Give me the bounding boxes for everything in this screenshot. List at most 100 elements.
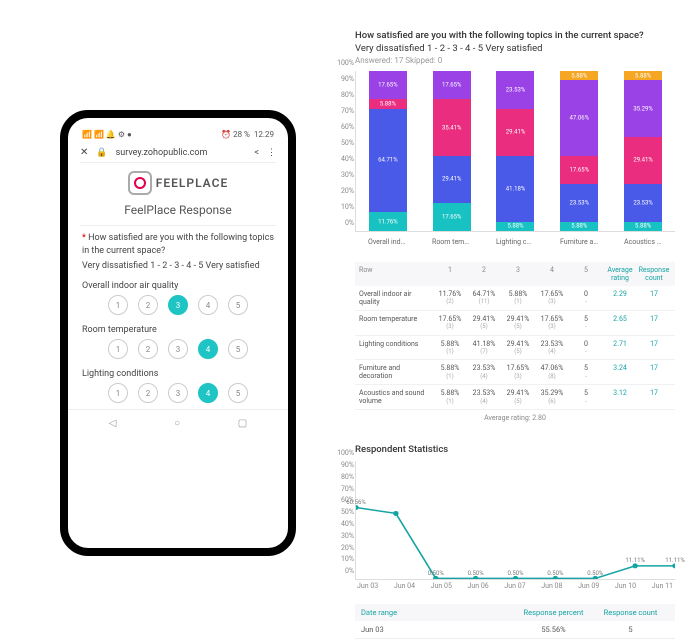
th-1: 1 [433,266,467,282]
x-label: Room temperat… [432,238,470,246]
th-2: 2 [467,266,501,282]
bar-segment: 29.41% [624,137,662,184]
point-label: 0.50% [428,569,444,576]
rating-button-2[interactable]: 2 [138,339,158,359]
y-tick: 100% [337,449,354,457]
x-label: Acoustics and … [624,238,662,246]
avg-rating-line: Average rating: 2.80 [355,414,675,422]
point-label: 0.50% [547,569,563,576]
android-nav: ◁ ○ ▢ [80,410,276,429]
bar-segment: 17.65% [433,71,471,99]
rating-button-4[interactable]: 4 [198,295,218,315]
rating-button-2[interactable]: 2 [138,295,158,315]
th-date-range: Date range [361,608,515,617]
x-label: Jun 09 [578,582,599,590]
point-label: 11.11% [665,557,684,564]
table-row: Room temperature17.65%(3)29.41%(5)29.41%… [355,311,675,336]
bar-segment: 29.41% [433,156,471,203]
y-tick: 50% [341,139,354,147]
th-resp-pct: Response percent [515,608,592,617]
rating-button-2[interactable]: 2 [138,383,158,403]
close-icon[interactable]: ✕ [80,147,88,158]
x-label: Overall indoor a… [368,238,406,246]
y-tick: 90% [341,461,354,469]
bar-col: 5.88%41.18%29.41%23.53% [496,71,534,231]
bar-segment: 17.65% [433,203,471,231]
th-resp-cnt: Response count [592,608,669,617]
topic-label: Lighting conditions [82,369,276,379]
table-row: Jun 0355.56%5 [355,621,675,639]
share-icon[interactable]: < [254,148,259,158]
results-table: Row 1 2 3 4 5 Average rating Response co… [355,262,675,410]
y-tick: 40% [341,155,354,163]
x-label: Jun 08 [541,582,562,590]
y-tick: 10% [341,203,354,211]
table-row: Lighting conditions5.88%(1)41.18%(7)29.4… [355,336,675,361]
point-label: 0.50% [507,569,523,576]
lock-icon: 🔒 [96,148,107,158]
topic-label: Overall indoor air quality [82,281,276,291]
rating-button-5[interactable]: 5 [228,295,248,315]
bar-segment: 41.18% [496,156,534,222]
rating-row: 12345 [80,339,276,359]
bar-segment: 5.88% [496,222,534,231]
bar-segment: 23.53% [496,71,534,109]
survey-title: FeelPlace Response [80,203,276,226]
rating-button-5[interactable]: 5 [228,383,248,403]
rating-button-3[interactable]: 3 [168,383,188,403]
time-label: 12.29 [254,130,274,139]
y-tick: 90% [341,75,354,83]
bar-col: 17.65%29.41%35.41%17.65% [433,71,471,231]
th-cnt: Response count [637,266,671,282]
x-label: Jun 07 [504,582,525,590]
rating-button-5[interactable]: 5 [228,339,248,359]
bar-segment: 11.76% [369,212,407,231]
y-tick: 30% [341,532,354,540]
y-tick: 20% [341,187,354,195]
point-label: 0.50% [468,569,484,576]
rating-button-3[interactable]: 3 [168,339,188,359]
stacked-bar-chart: 0%10%20%30%40%50%60%70%80%90%100% 11.76%… [355,71,675,232]
rating-button-3[interactable]: 3 [168,295,188,315]
logo: FEELPLACE [80,171,276,195]
bar-segment: 5.88% [560,222,598,231]
bar-segment: 29.41% [496,109,534,156]
status-bar: 📶 📶 🔔 ⚙ ● ⏰ 28 % 12.29 [80,126,276,143]
bar-segment: 23.53% [624,184,662,222]
logo-mark-icon [128,171,152,195]
rating-button-1[interactable]: 1 [108,383,128,403]
rating-button-4[interactable]: 4 [198,339,218,359]
stats-title: Respondent Statistics [355,444,675,455]
th-5: 5 [569,266,603,282]
bar-segment: 17.65% [560,156,598,184]
rating-row: 12345 [80,383,276,403]
more-icon[interactable]: ⋮ [267,148,276,158]
nav-home-icon[interactable]: ○ [174,418,180,429]
y-tick: 100% [337,59,354,67]
logo-text: FEELPLACE [156,176,228,190]
th-row: Row [359,266,433,282]
y-tick: 70% [341,107,354,115]
bar-segment: 23.53% [560,184,598,222]
rating-button-1[interactable]: 1 [108,295,128,315]
bar-segment: 47.06% [560,80,598,155]
date-range-table: Date range Response percent Response cou… [355,604,675,639]
x-label: Jun 06 [468,582,489,590]
x-label: Furniture and d… [560,238,598,246]
rating-button-1[interactable]: 1 [108,339,128,359]
bar-segment: 17.65% [369,71,407,99]
x-label: Jun 10 [615,582,636,590]
th-4: 4 [535,266,569,282]
browser-bar: ✕ 🔒 survey.zohopublic.com < ⋮ [80,143,276,163]
table-row: Furniture and decoration5.88%(1)23.53%(4… [355,360,675,385]
nav-back-icon[interactable]: ◁ [109,418,117,429]
battery-label: ⏰ 28 % [221,130,250,139]
x-label: Jun 11 [652,582,673,590]
y-tick: 30% [341,171,354,179]
rating-button-4[interactable]: 4 [198,383,218,403]
y-tick: 50% [341,508,354,516]
nav-recent-icon[interactable]: ▢ [238,418,247,429]
rating-row: 12345 [80,295,276,315]
table-row: Overall indoor air quality11.76%(2)64.71… [355,286,675,311]
bar-segment: 64.71% [369,109,407,213]
